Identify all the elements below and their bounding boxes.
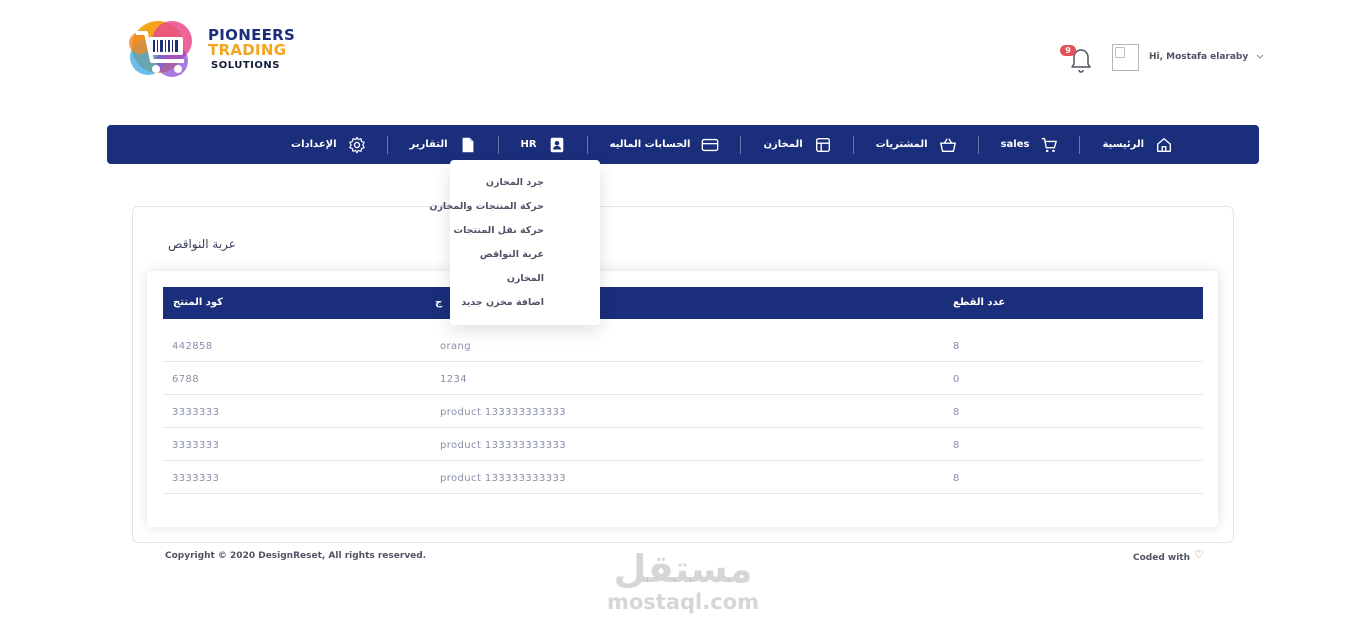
nav-label: المشتريات bbox=[875, 139, 928, 150]
cell-quantity: 8 bbox=[953, 341, 960, 352]
dropdown-item-inventory-count[interactable]: جرد المخازن bbox=[450, 176, 544, 200]
nav-item-warehouses[interactable]: المخازن bbox=[741, 134, 854, 156]
nav-item-home[interactable]: الرئيسية bbox=[1080, 134, 1195, 156]
column-header-product-name: ج bbox=[435, 297, 443, 308]
user-greeting: Hi, Mostafa elaraby bbox=[1149, 52, 1249, 62]
table-row[interactable]: 3333333 product 133333333333 8 bbox=[163, 428, 1203, 461]
avatar[interactable] bbox=[1112, 44, 1139, 71]
nav-label: HR bbox=[520, 139, 537, 150]
watermark-latin: mostaql.com bbox=[607, 590, 759, 614]
nav-label: الرئيسية bbox=[1102, 139, 1144, 150]
brand-logo[interactable]: PIONEERS TRADING SOLUTIONS bbox=[128, 16, 378, 82]
cell-quantity: 8 bbox=[953, 473, 960, 484]
cart-icon bbox=[1042, 137, 1058, 152]
user-menu[interactable]: Hi, Mostafa elaraby bbox=[1149, 52, 1264, 62]
dropdown-item-product-movement[interactable]: حركة المنتجات والمخازن bbox=[429, 200, 544, 224]
table-row[interactable]: 6788 1234 0 bbox=[163, 362, 1203, 395]
cell-product-code: 6788 bbox=[172, 374, 200, 385]
cell-quantity: 0 bbox=[953, 374, 960, 385]
cell-product-name: product 133333333333 bbox=[440, 440, 566, 451]
column-header-product-code: كود المنتج bbox=[173, 297, 223, 308]
nav-item-hr[interactable]: HR bbox=[499, 134, 588, 156]
coded-with-text: Coded with bbox=[1133, 552, 1191, 563]
logo-cart-icon bbox=[128, 17, 200, 81]
nav-item-sales[interactable]: sales bbox=[979, 134, 1081, 156]
cell-product-name: product 133333333333 bbox=[440, 407, 566, 418]
watermark-arabic: مستقل bbox=[613, 547, 754, 591]
cell-product-name: orang bbox=[440, 341, 472, 352]
nav-item-settings[interactable]: الإعدادات bbox=[269, 134, 388, 156]
logo-word-trading: TRADING bbox=[208, 40, 287, 59]
table-header: كود المنتج ج عدد القطع bbox=[163, 287, 1203, 319]
cell-product-code: 442858 bbox=[172, 341, 213, 352]
table-row[interactable]: 442858 orang 8 bbox=[163, 329, 1203, 362]
dropdown-item-add-warehouse[interactable]: اضافة مخزن جديد bbox=[450, 296, 544, 320]
page-title: عربة النواقص bbox=[168, 237, 236, 251]
mostaql-watermark: مستقل mostaql.com bbox=[598, 548, 768, 614]
dropdown-item-product-transfer[interactable]: حركة نقل المنتجات bbox=[450, 224, 544, 248]
cell-product-name: 1234 bbox=[440, 374, 468, 385]
page: PIONEERS TRADING SOLUTIONS 9 Hi, Mostafa… bbox=[0, 0, 1366, 640]
gear-icon bbox=[348, 136, 365, 153]
nav-item-purchases[interactable]: المشتريات bbox=[854, 134, 979, 156]
nav-label: sales bbox=[1000, 139, 1030, 150]
cell-product-name: product 133333333333 bbox=[440, 473, 566, 484]
dropdown-item-warehouses[interactable]: المخازن bbox=[450, 272, 544, 296]
main-navbar: الرئيسية sales المشتريات المخازن الحسابا… bbox=[107, 125, 1259, 164]
file-icon bbox=[462, 137, 473, 152]
contact-icon bbox=[550, 137, 563, 152]
cell-quantity: 8 bbox=[953, 407, 960, 418]
logo-text: PIONEERS TRADING SOLUTIONS bbox=[208, 27, 378, 71]
logo-subtitle: SOLUTIONS bbox=[211, 59, 280, 71]
layout-icon bbox=[815, 137, 830, 152]
nav-label: الحسابات الماليه bbox=[609, 139, 691, 150]
dropdown-item-shortage-cart[interactable]: عربة النواقص bbox=[450, 248, 544, 272]
nav-label: الإعدادات bbox=[291, 139, 337, 150]
basket-icon bbox=[939, 137, 956, 152]
cell-product-code: 3333333 bbox=[172, 440, 220, 451]
nav-label: المخازن bbox=[763, 139, 803, 150]
table-row[interactable]: 3333333 product 133333333333 8 bbox=[163, 395, 1203, 428]
warehouses-dropdown-menu: جرد المخازن حركة المنتجات والمخازن حركة … bbox=[429, 160, 600, 325]
cell-product-code: 3333333 bbox=[172, 407, 220, 418]
footer-copyright: Copyright © 2020 DesignReset, All rights… bbox=[165, 551, 427, 561]
home-icon bbox=[1157, 137, 1171, 152]
logo-title: PIONEERS TRADING bbox=[208, 27, 378, 59]
nav-label: التقارير bbox=[409, 139, 448, 150]
cell-quantity: 8 bbox=[953, 440, 960, 451]
heart-icon: ♡ bbox=[1194, 548, 1204, 561]
credit-card-icon bbox=[702, 138, 719, 151]
nav-item-reports[interactable]: التقارير bbox=[388, 134, 499, 156]
cell-product-code: 3333333 bbox=[172, 473, 220, 484]
column-header-quantity: عدد القطع bbox=[953, 297, 1006, 308]
notification-badge: 9 bbox=[1060, 45, 1076, 56]
table-row[interactable]: 3333333 product 133333333333 8 bbox=[163, 461, 1203, 494]
footer-coded-with: Coded with ♡ bbox=[1133, 548, 1204, 564]
nav-item-accounts[interactable]: الحسابات الماليه bbox=[588, 134, 742, 156]
chevron-down-icon bbox=[1256, 54, 1264, 59]
